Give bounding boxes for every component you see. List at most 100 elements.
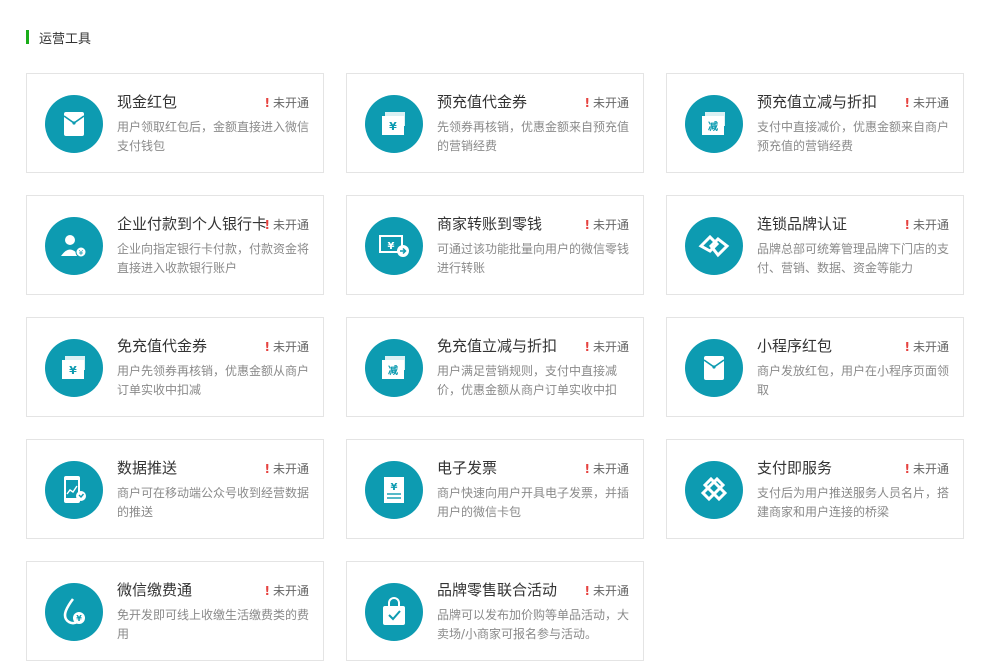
warning-icon: ! (584, 462, 590, 476)
status-badge: ! 未开通 (265, 460, 310, 477)
warning-icon: ! (264, 218, 270, 232)
tool-title: 数据推送 (117, 459, 178, 477)
warning-icon: ! (904, 96, 910, 110)
enterprise-pay-icon: ¥ (45, 217, 103, 275)
svg-text:¥: ¥ (69, 364, 77, 377)
tool-card[interactable]: ¥ 微信缴费通! 未开通 免开发即可线上收缴生活缴费类的费用 (26, 561, 324, 661)
tool-card[interactable]: 支付即服务! 未开通 支付后为用户推送服务人员名片，搭建商家和用户连接的桥梁 (666, 439, 964, 539)
tool-title: 免充值代金券 (117, 337, 208, 355)
tool-description: 商户发放红包，用户在小程序页面领取 (757, 364, 950, 397)
prepaid-coupon-icon: ¥ (365, 95, 423, 153)
status-label: 未开通 (592, 340, 629, 354)
red-packet-icon (45, 95, 103, 153)
tool-title: 预充值立减与折扣 (757, 93, 878, 111)
warning-icon: ! (264, 462, 270, 476)
free-coupon-icon: ¥ (45, 339, 103, 397)
tool-title: 现金红包 (117, 93, 178, 111)
status-label: 未开通 (912, 218, 949, 232)
status-badge: ! 未开通 (585, 460, 630, 477)
tool-description: 支付后为用户推送服务人员名片，搭建商家和用户连接的桥梁 (757, 486, 950, 519)
tool-card[interactable]: 数据推送! 未开通 商户可在移动端公众号收到经营数据的推送 (26, 439, 324, 539)
tool-card[interactable]: 现金红包! 未开通 用户领取红包后，金额直接进入微信支付钱包 (26, 73, 324, 173)
status-badge: ! 未开通 (265, 582, 310, 599)
status-label: 未开通 (592, 218, 629, 232)
tool-card[interactable]: ¥ 企业付款到个人银行卡! 未开通企业向指定银行卡付款，付款资金将直接进入收款银行账… (26, 195, 324, 295)
tool-title: 支付即服务 (757, 459, 833, 477)
svg-text:减: 减 (708, 120, 718, 133)
status-label: 未开通 (272, 340, 309, 354)
warning-icon: ! (904, 218, 910, 232)
tool-title: 商家转账到零钱 (437, 215, 543, 233)
tool-title: 连锁品牌认证 (757, 215, 848, 233)
pay-service-icon (685, 461, 743, 519)
tool-title: 品牌零售联合活动 (437, 581, 558, 599)
status-badge: ! 未开通 (585, 94, 630, 111)
e-invoice-icon: ¥ (365, 461, 423, 519)
shopping-bag-icon (365, 583, 423, 641)
status-label: 未开通 (272, 584, 309, 598)
prepaid-discount-icon: 减 (685, 95, 743, 153)
tool-card[interactable]: 小程序红包 ! 未开通商户发放红包，用户在小程序页面领取 (666, 317, 964, 417)
svg-text:¥: ¥ (391, 482, 398, 493)
tool-card[interactable]: 连锁品牌认证! 未开通 品牌总部可统筹管理品牌下门店的支付、营销、数据、资金等能力 (666, 195, 964, 295)
warning-icon: ! (904, 340, 910, 354)
tool-card[interactable]: ¥ 商家转账到零钱! 未开通可通过该功能批量向用户的微信零钱进行转账 (346, 195, 644, 295)
tool-title: 小程序红包 (757, 337, 833, 355)
tool-card[interactable]: ¥ 免充值代金券! 未开通用户先领券再核销，优惠金额从商户订单实收中扣减 (26, 317, 324, 417)
bill-pay-icon: ¥ (45, 583, 103, 641)
tool-title: 电子发票 (437, 459, 498, 477)
status-badge: ! 未开通 (585, 582, 630, 599)
tool-card[interactable]: 品牌零售联合活动 ! 未开通品牌可以发布加价购等单品活动，大卖场/小商家可报名参与活… (346, 561, 644, 661)
status-badge: ! 未开通 (585, 338, 630, 355)
warning-icon: ! (264, 96, 270, 110)
svg-text:¥: ¥ (388, 241, 395, 252)
status-badge: ! 未开通 (905, 460, 950, 477)
svg-text:减: 减 (388, 364, 398, 377)
warning-icon: ! (264, 584, 270, 598)
tool-description: 品牌总部可统筹管理品牌下门店的支付、营销、数据、资金等能力 (757, 242, 950, 275)
status-badge: ! 未开通 (265, 216, 310, 233)
merchant-transfer-icon: ¥ (365, 217, 423, 275)
status-label: 未开通 (592, 462, 629, 476)
tool-card[interactable]: 减免充值立减与折扣! 未开通 用户满足营销规则，支付中直接减价，优惠金额从商户订单实… (346, 317, 644, 417)
warning-icon: ! (264, 340, 270, 354)
tool-card[interactable]: ¥ 预充值代金券! 未开通 先领券再核销，优惠金额来自预充值的营销经费 (346, 73, 644, 173)
tool-description: 商户快速向用户开具电子发票，并插用户的微信卡包 (437, 486, 630, 519)
data-push-icon (45, 461, 103, 519)
chain-brand-icon (685, 217, 743, 275)
tool-description: 免开发即可线上收缴生活缴费类的费用 (117, 608, 310, 641)
status-label: 未开通 (592, 96, 629, 110)
status-label: 未开通 (912, 96, 949, 110)
status-badge: ! 未开通 (905, 338, 950, 355)
tool-description: 支付中直接减价，优惠金额来自商户预充值的营销经费 (757, 120, 950, 153)
status-badge: ! 未开通 (905, 94, 950, 111)
tool-title: 免充值立减与折扣 (437, 337, 558, 355)
svg-text:¥: ¥ (79, 249, 84, 257)
warning-icon: ! (584, 218, 590, 232)
warning-icon: ! (584, 96, 590, 110)
tool-description: 用户领取红包后，金额直接进入微信支付钱包 (117, 120, 310, 153)
mini-program-red-packet-icon (685, 339, 743, 397)
section-title: 运营工具 (39, 31, 92, 47)
tool-description: 可通过该功能批量向用户的微信零钱进行转账 (437, 242, 630, 275)
tool-description: 企业向指定银行卡付款，付款资金将直接进入收款银行账户 (117, 242, 310, 275)
status-label: 未开通 (912, 462, 949, 476)
status-label: 未开通 (592, 584, 629, 598)
status-label: 未开通 (272, 462, 309, 476)
section-accent-bar (26, 30, 29, 44)
tool-card[interactable]: 减预充值立减与折扣! 未开通 支付中直接减价，优惠金额来自商户预充值的营销经费 (666, 73, 964, 173)
status-badge: ! 未开通 (905, 216, 950, 233)
svg-text:¥: ¥ (389, 120, 397, 133)
warning-icon: ! (904, 462, 910, 476)
section-header: 运营工具 (26, 28, 92, 47)
status-badge: ! 未开通 (265, 94, 310, 111)
tool-title: 微信缴费通 (117, 581, 193, 599)
tool-title: 预充值代金券 (437, 93, 528, 111)
tool-description: 用户先领券再核销，优惠金额从商户订单实收中扣减 (117, 364, 310, 397)
warning-icon: ! (584, 340, 590, 354)
tool-description: 品牌可以发布加价购等单品活动，大卖场/小商家可报名参与活动。 (437, 608, 630, 641)
tool-card[interactable]: ¥ 电子发票! 未开通 商户快速向用户开具电子发票，并插用户的微信卡包 (346, 439, 644, 539)
status-label: 未开通 (272, 96, 309, 110)
tool-title: 企业付款到个人银行卡 (117, 215, 267, 233)
free-discount-icon: 减 (365, 339, 423, 397)
